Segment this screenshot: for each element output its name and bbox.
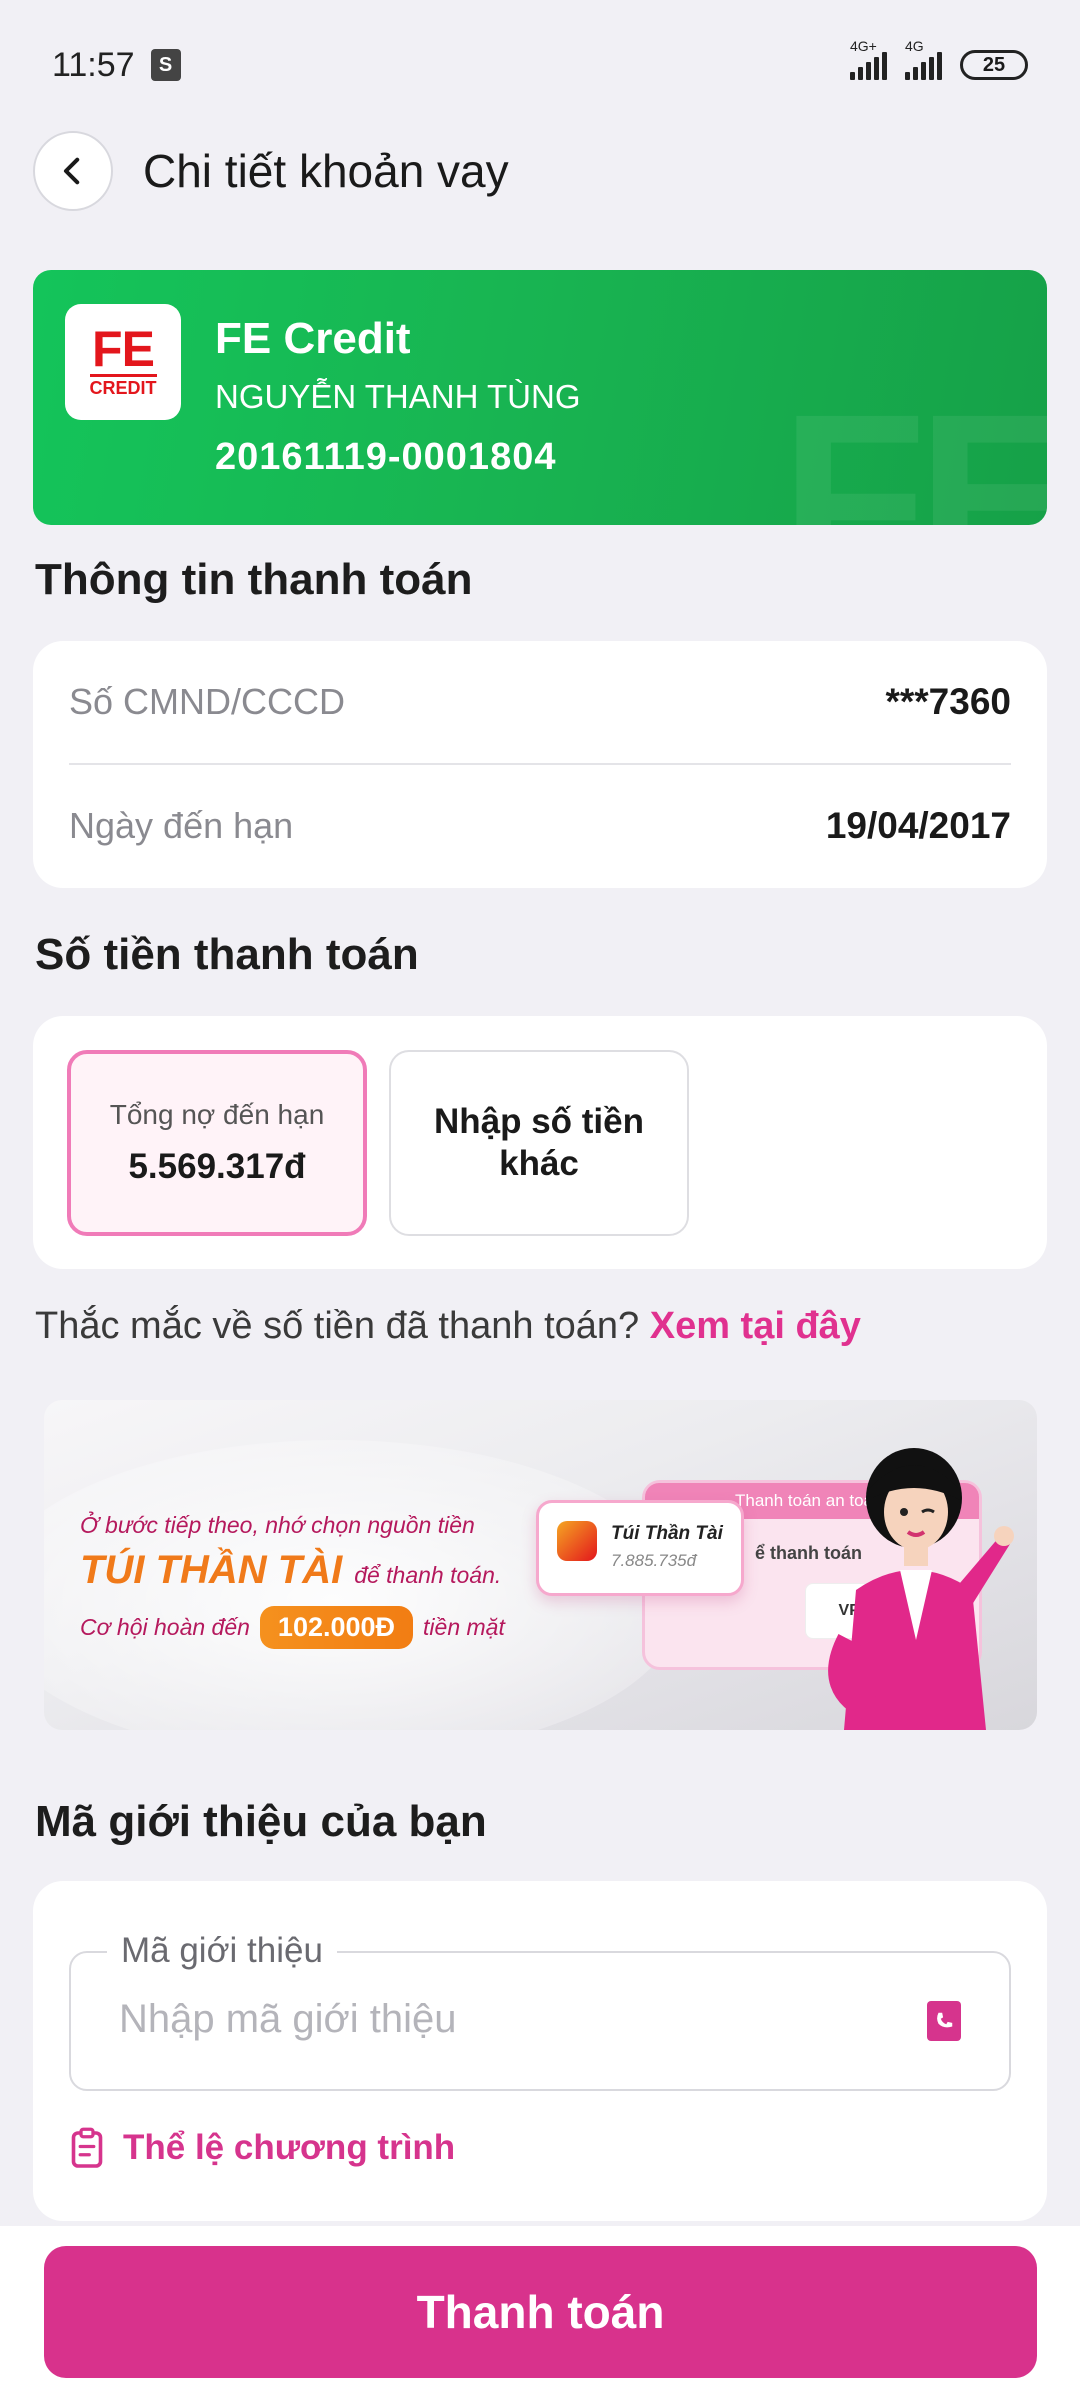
payment-info-card: Số CMND/CCCD ***7360 Ngày đến hạn 19/04/… <box>33 641 1047 888</box>
program-rules-label: Thể lệ chương trình <box>123 2128 456 2167</box>
promo-cashback-badge: 102.000Đ <box>259 1606 414 1649</box>
card-watermark: FE <box>780 364 1047 525</box>
wallet-icon <box>557 1521 597 1561</box>
info-value: ***7360 <box>885 681 1011 722</box>
loan-info: FE Credit NGUYỄN THANH TÙNG 20161119-000… <box>215 314 580 479</box>
network-type-1: 4G+ <box>850 38 877 54</box>
amount-option-label: Tổng nợ đến hạn <box>109 1099 325 1130</box>
pay-button[interactable]: Thanh toán <box>44 2246 1037 2378</box>
info-label: Số CMND/CCCD <box>69 681 346 722</box>
contact-book-icon[interactable] <box>927 2001 961 2041</box>
loan-owner-name: NGUYỄN THANH TÙNG <box>215 378 581 415</box>
signal-icon-2: 4G <box>905 38 942 80</box>
battery-level: 25 <box>982 53 1006 76</box>
referral-card: Mã giới thiệu Thể lệ chương trình <box>33 1881 1047 2221</box>
mascot-illustration-icon <box>828 1448 1014 1730</box>
view-here-link[interactable]: Xem tại đây <box>650 1305 861 1347</box>
loan-provider: FE Credit <box>215 314 411 363</box>
payment-info-title: Thông tin thanh toán <box>35 555 473 604</box>
signal-icon: 4G+ <box>850 38 887 80</box>
page-title: Chi tiết khoản vay <box>143 145 509 197</box>
promo-line-3-prefix: Cơ hội hoàn đến <box>80 1614 250 1640</box>
amount-option-value: 5.569.317đ <box>128 1147 306 1186</box>
promo-line-1: Ở bước tiếp theo, nhớ chọn nguồn tiền <box>80 1512 475 1538</box>
info-value: 19/04/2017 <box>825 804 1011 846</box>
referral-field-label: Mã giới thiệu <box>107 1931 337 1971</box>
wallet-balance: 7.885.735đ <box>611 1551 697 1570</box>
back-button[interactable] <box>33 131 113 211</box>
battery-icon: 25 <box>960 50 1028 80</box>
payment-question: Thắc mắc về số tiền đã thanh toán? Xem t… <box>35 1305 861 1348</box>
amount-option-custom[interactable]: Nhập số tiền khác <box>389 1050 689 1236</box>
promo-wallet-card: Túi Thần Tài 7.885.735đ <box>536 1500 744 1596</box>
bottom-action-bar: Thanh toán <box>0 2226 1080 2400</box>
logo-text-bottom: CREDIT <box>89 373 157 399</box>
info-row-due-date: Ngày đến hạn 19/04/2017 <box>69 763 1011 886</box>
chevron-left-icon <box>63 157 80 185</box>
promo-line-3: Cơ hội hoàn đến 102.000Đ tiền mặt <box>80 1606 505 1649</box>
promo-highlight: TÚI THẦN TÀI <box>80 1548 343 1592</box>
promo-banner[interactable]: Ở bước tiếp theo, nhớ chọn nguồn tiền TÚ… <box>44 1400 1037 1730</box>
logo-text-top: FE <box>92 320 155 377</box>
status-indicators: 4G+ 4G 25 <box>850 38 1028 80</box>
loan-contract-number: 20161119-0001804 <box>215 436 557 478</box>
status-bar: 11:57 S 4G+ 4G 25 <box>0 0 1080 130</box>
question-text: Thắc mắc về số tiền đã thanh toán? <box>35 1305 640 1347</box>
promo-line-2: TÚI THẦN TÀI để thanh toán. <box>80 1548 501 1593</box>
payment-amount-card: Tổng nợ đến hạn 5.569.317đ Nhập số tiền … <box>33 1016 1047 1269</box>
referral-field: Mã giới thiệu <box>69 1931 1011 2091</box>
amount-option-custom-label: Nhập số tiền khác <box>433 1102 645 1183</box>
info-label: Ngày đến hạn <box>69 804 294 846</box>
referral-code-input[interactable] <box>119 1997 899 2042</box>
phone-icon <box>937 2012 953 2028</box>
header: Chi tiết khoản vay <box>33 130 509 212</box>
amount-option-total-due[interactable]: Tổng nợ đến hạn 5.569.317đ <box>67 1050 367 1236</box>
wallet-name: Túi Thần Tài <box>611 1523 723 1544</box>
promo-line-2-tail: để thanh toán. <box>354 1562 502 1588</box>
shopping-bag-icon: S <box>150 49 181 81</box>
payment-amount-title: Số tiền thanh toán <box>35 930 419 979</box>
network-type-2: 4G <box>905 38 924 54</box>
fe-credit-logo: FE CREDIT <box>65 304 181 420</box>
loan-card: FE FE CREDIT FE Credit NGUYỄN THANH TÙNG… <box>33 270 1047 525</box>
program-rules-link[interactable]: Thể lệ chương trình <box>69 2127 455 2169</box>
referral-title: Mã giới thiệu của bạn <box>35 1797 487 1846</box>
status-time: 11:57 <box>52 45 135 84</box>
info-row-id: Số CMND/CCCD ***7360 <box>69 641 1011 763</box>
clipboard-icon <box>71 2127 103 2168</box>
promo-line-3-suffix: tiền mặt <box>423 1614 505 1640</box>
